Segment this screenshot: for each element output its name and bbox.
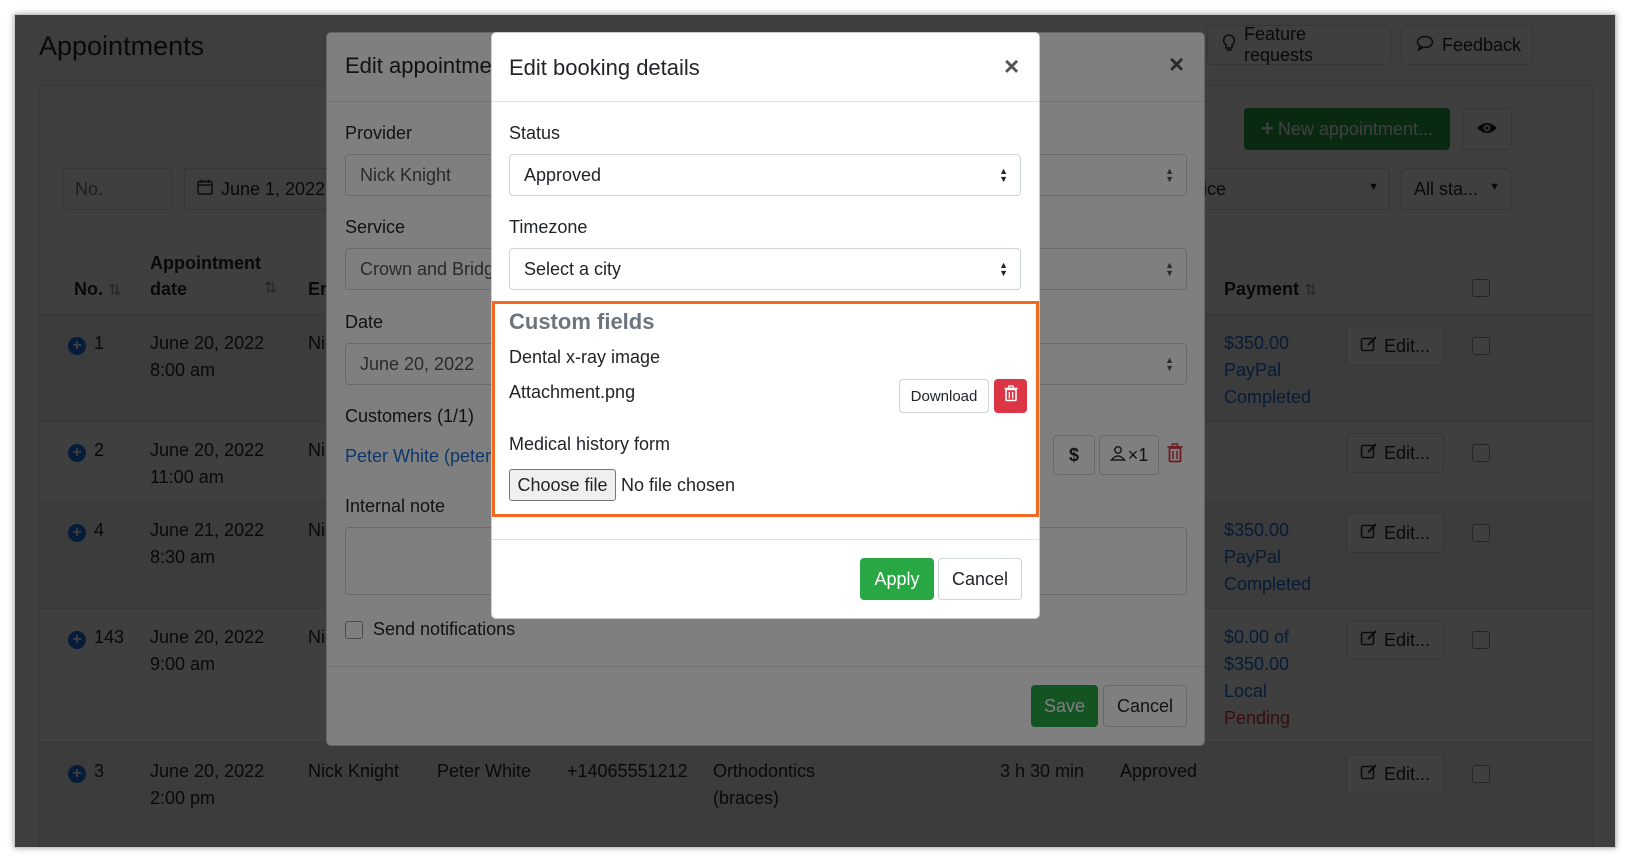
status-select[interactable]: Approved ▲ ▼ [509,154,1021,196]
status-label: Status [509,123,561,143]
timezone-label: Timezone [509,217,588,237]
select-arrows-icon: ▲▼ [999,166,1008,184]
close-icon[interactable]: × [1004,51,1019,82]
no-file-chosen-text: No file chosen [621,475,736,495]
choose-file-button[interactable]: Choose file [509,469,616,501]
delete-attachment-button[interactable] [994,379,1027,413]
edit-booking-modal: Edit booking details × Status Approved ▲… [491,32,1040,619]
custom-fields-title: Custom fields [509,309,655,334]
attachment-filename: Attachment.png [509,382,636,402]
app-window: Appointments Feature requests Feedback N… [14,14,1616,848]
booking-modal-title: Edit booking details [509,55,700,80]
trash-icon [1004,385,1018,407]
dental-xray-label: Dental x-ray image [509,347,661,367]
status-value: Approved [524,164,602,185]
select-arrows-icon: ▲▼ [999,260,1008,278]
timezone-value: Select a city [524,258,622,279]
timezone-select[interactable]: Select a city ▲ ▼ [509,248,1021,290]
apply-button[interactable]: Apply [860,558,934,600]
cancel-button[interactable]: Cancel [938,558,1022,600]
download-button[interactable]: Download [899,379,989,413]
medical-history-label: Medical history form [509,434,671,454]
